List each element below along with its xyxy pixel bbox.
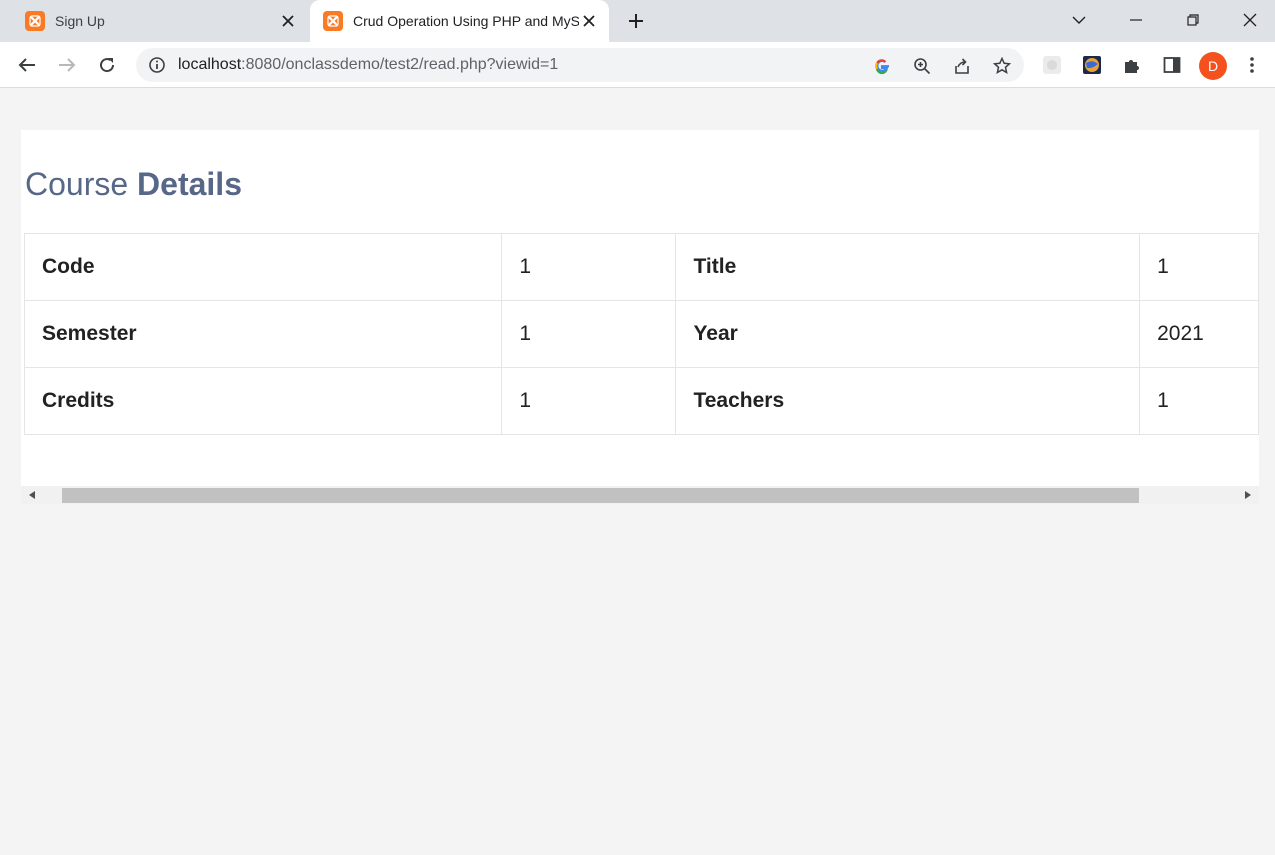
details-table: Code 1 Title 1 Semester 1 Year 2021 Cred… xyxy=(23,233,1259,435)
close-window-button[interactable] xyxy=(1237,8,1263,32)
extension-icon[interactable] xyxy=(1040,53,1064,77)
back-button[interactable] xyxy=(15,53,39,77)
url-path: :8080/onclassdemo/test2/read.php?viewid=… xyxy=(241,56,559,73)
url-host: localhost xyxy=(178,56,242,73)
scroll-right-arrow-icon[interactable] xyxy=(1239,486,1257,504)
extensions-puzzle-icon[interactable] xyxy=(1120,53,1144,77)
close-icon[interactable] xyxy=(579,11,599,31)
url-text: localhost:8080/onclassdemo/test2/read.ph… xyxy=(178,56,558,74)
info-icon[interactable] xyxy=(148,56,166,74)
tab-search-chevron-icon[interactable] xyxy=(1066,8,1092,32)
title-bar: Sign Up Crud Operation Using PHP and MyS… xyxy=(0,0,1275,42)
profile-avatar[interactable]: D xyxy=(1199,52,1227,80)
heading-bold: Details xyxy=(137,166,242,202)
year-label: Year xyxy=(675,300,1141,368)
forward-button[interactable] xyxy=(55,53,79,77)
title-value: 1 xyxy=(1139,233,1259,301)
credits-value: 1 xyxy=(501,367,677,435)
extension-globe-icon[interactable] xyxy=(1080,53,1104,77)
table-row: Code 1 Title 1 xyxy=(23,233,1259,301)
semester-value: 1 xyxy=(501,300,677,368)
heading-light: Course xyxy=(25,166,129,202)
title-label: Title xyxy=(675,233,1141,301)
teachers-value: 1 xyxy=(1139,367,1259,435)
credits-label: Credits xyxy=(23,367,503,435)
bookmark-star-icon[interactable] xyxy=(992,56,1012,76)
new-tab-button[interactable] xyxy=(624,9,648,33)
page-title: Course Details xyxy=(25,166,242,203)
table-row: Credits 1 Teachers 1 xyxy=(23,367,1259,435)
address-bar[interactable]: localhost:8080/onclassdemo/test2/read.ph… xyxy=(136,48,1024,82)
minimize-button[interactable] xyxy=(1123,8,1149,32)
table-row: Semester 1 Year 2021 xyxy=(23,300,1259,368)
code-label: Code xyxy=(23,233,503,301)
scrollbar-thumb[interactable] xyxy=(62,488,1139,503)
xampp-icon xyxy=(25,11,45,31)
horizontal-scrollbar[interactable] xyxy=(21,486,1259,504)
semester-label: Semester xyxy=(23,300,503,368)
more-menu-icon[interactable] xyxy=(1240,53,1264,77)
tab-crud-operation[interactable]: Crud Operation Using PHP and MySQL xyxy=(310,0,609,42)
tab-title: Crud Operation Using PHP and MySQL xyxy=(353,13,579,29)
restore-button[interactable] xyxy=(1180,8,1206,32)
xampp-icon xyxy=(323,11,343,31)
scroll-left-arrow-icon[interactable] xyxy=(23,486,41,504)
year-value: 2021 xyxy=(1139,300,1259,368)
course-details-card: Course Details Code 1 Title 1 Semester 1… xyxy=(21,130,1259,487)
reload-button[interactable] xyxy=(95,53,119,77)
code-value: 1 xyxy=(501,233,677,301)
tab-sign-up[interactable]: Sign Up xyxy=(12,0,308,42)
side-panel-icon[interactable] xyxy=(1160,53,1184,77)
tab-title: Sign Up xyxy=(55,13,105,29)
share-icon[interactable] xyxy=(952,56,972,76)
page-content: Course Details Code 1 Title 1 Semester 1… xyxy=(0,89,1275,855)
teachers-label: Teachers xyxy=(675,367,1141,435)
close-icon[interactable] xyxy=(278,11,298,31)
browser-toolbar: localhost:8080/onclassdemo/test2/read.ph… xyxy=(0,42,1275,88)
google-icon[interactable] xyxy=(872,56,892,76)
zoom-icon[interactable] xyxy=(912,56,932,76)
